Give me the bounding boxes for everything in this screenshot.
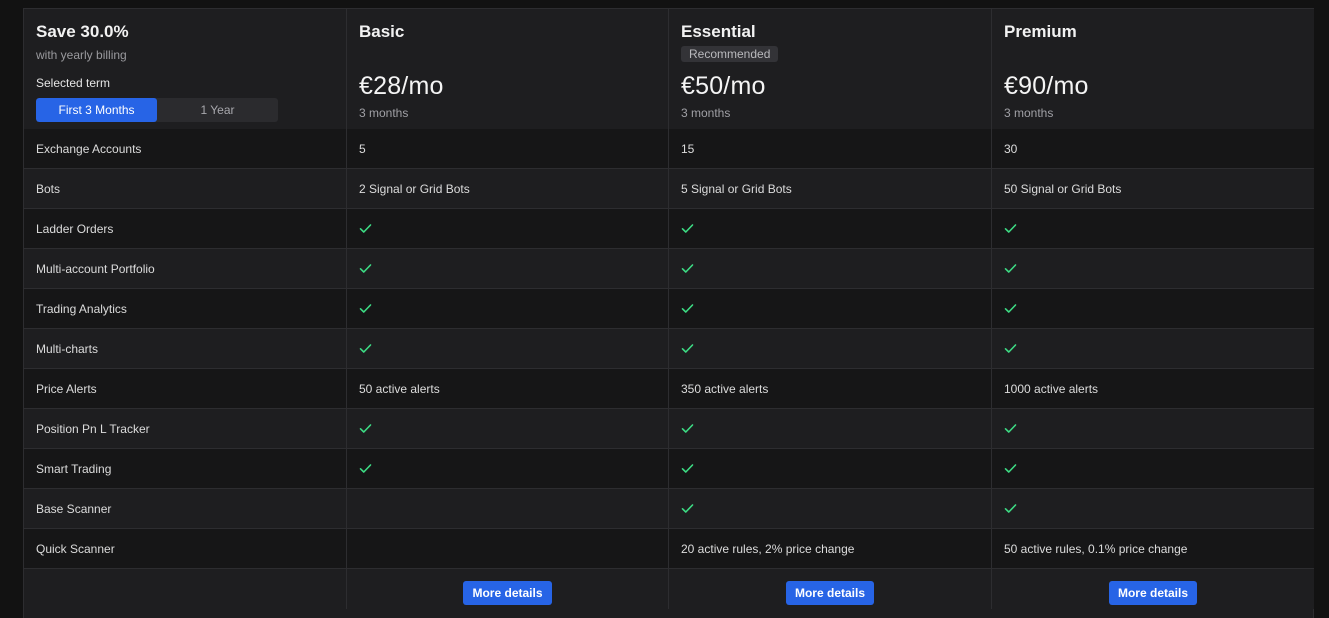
check-icon (359, 264, 372, 273)
feature-value-cell (992, 449, 1314, 489)
check-icon (681, 344, 694, 353)
feature-label: Multi-charts (24, 329, 347, 369)
plan-term: 3 months (681, 106, 731, 120)
feature-value-cell (669, 449, 992, 489)
save-title: Save 30.0% (36, 22, 129, 41)
more-details-button-essential[interactable]: More details (785, 581, 875, 605)
feature-value-cell (669, 209, 992, 249)
footer-cell-essential: More details (669, 569, 992, 609)
feature-label: Smart Trading (24, 449, 347, 489)
feature-value-cell (669, 409, 992, 449)
check-icon (1004, 224, 1017, 233)
feature-label: Base Scanner (24, 489, 347, 529)
feature-label: Price Alerts (24, 369, 347, 409)
feature-value-cell (347, 289, 669, 329)
plan-header-premium: Premium €90/mo 3 months (992, 9, 1314, 129)
check-icon (681, 424, 694, 433)
feature-label: Quick Scanner (24, 529, 347, 569)
feature-value (347, 529, 669, 569)
term-option-1-year[interactable]: 1 Year (157, 98, 278, 122)
feature-value-cell (992, 329, 1314, 369)
feature-label: Multi-account Portfolio (24, 249, 347, 289)
feature-value: 350 active alerts (669, 369, 992, 409)
feature-value-cell (347, 209, 669, 249)
check-icon (1004, 304, 1017, 313)
selected-term-label: Selected term (36, 76, 111, 90)
feature-value-cell (992, 249, 1314, 289)
feature-value: 5 Signal or Grid Bots (669, 169, 992, 209)
term-selector-cell: Save 30.0% with yearly billing Selected … (24, 9, 347, 129)
feature-value-cell (992, 209, 1314, 249)
check-icon (681, 304, 694, 313)
term-toggle: First 3 Months 1 Year (36, 98, 278, 122)
plan-name: Essential (681, 22, 756, 41)
feature-value-cell (669, 249, 992, 289)
feature-value-cell (347, 409, 669, 449)
check-icon (1004, 424, 1017, 433)
feature-value-cell (669, 329, 992, 369)
more-details-button-basic[interactable]: More details (463, 581, 552, 605)
plan-name: Premium (1004, 22, 1077, 41)
plan-term: 3 months (1004, 106, 1054, 120)
feature-value-cell (347, 249, 669, 289)
feature-label: Exchange Accounts (24, 129, 347, 169)
plan-name: Basic (359, 22, 405, 41)
check-icon (359, 344, 372, 353)
plan-header-essential: Essential Recommended €50/mo 3 months (669, 9, 992, 129)
feature-value: 50 active rules, 0.1% price change (992, 529, 1314, 569)
check-icon (1004, 344, 1017, 353)
feature-label: Position Pn L Tracker (24, 409, 347, 449)
check-icon (359, 464, 372, 473)
feature-value-cell (669, 489, 992, 529)
check-icon (681, 464, 694, 473)
feature-label: Bots (24, 169, 347, 209)
feature-value: 30 (992, 129, 1314, 169)
feature-value-cell (347, 329, 669, 369)
feature-value-cell (669, 289, 992, 329)
plan-price: €28/mo (359, 72, 444, 100)
feature-value: 50 Signal or Grid Bots (992, 169, 1314, 209)
feature-label: Trading Analytics (24, 289, 347, 329)
footer-cell-premium: More details (992, 569, 1314, 609)
footer-empty-cell (24, 569, 347, 609)
check-icon (681, 264, 694, 273)
check-icon (1004, 464, 1017, 473)
feature-value-cell (992, 489, 1314, 529)
feature-value: 50 active alerts (347, 369, 669, 409)
check-icon (359, 424, 372, 433)
check-icon (681, 224, 694, 233)
pricing-table: Save 30.0% with yearly billing Selected … (23, 8, 1314, 618)
check-icon (681, 504, 694, 513)
feature-label: Ladder Orders (24, 209, 347, 249)
feature-value (347, 489, 669, 529)
footer-cell-basic: More details (347, 569, 669, 609)
more-details-button-premium[interactable]: More details (1108, 581, 1198, 605)
check-icon (1004, 264, 1017, 273)
term-option-first-3-months[interactable]: First 3 Months (36, 98, 157, 122)
plan-term: 3 months (359, 106, 409, 120)
plan-price: €90/mo (1004, 72, 1089, 100)
feature-value-cell (992, 409, 1314, 449)
feature-value: 1000 active alerts (992, 369, 1314, 409)
feature-value: 5 (347, 129, 669, 169)
check-icon (359, 304, 372, 313)
recommended-badge: Recommended (681, 46, 779, 62)
plan-header-basic: Basic €28/mo 3 months (347, 9, 669, 129)
feature-value: 20 active rules, 2% price change (669, 529, 992, 569)
save-subtitle: with yearly billing (36, 48, 127, 62)
feature-value: 15 (669, 129, 992, 169)
feature-value-cell (347, 449, 669, 489)
feature-value: 2 Signal or Grid Bots (347, 169, 669, 209)
plan-price: €50/mo (681, 72, 766, 100)
check-icon (1004, 504, 1017, 513)
feature-value-cell (992, 289, 1314, 329)
check-icon (359, 224, 372, 233)
